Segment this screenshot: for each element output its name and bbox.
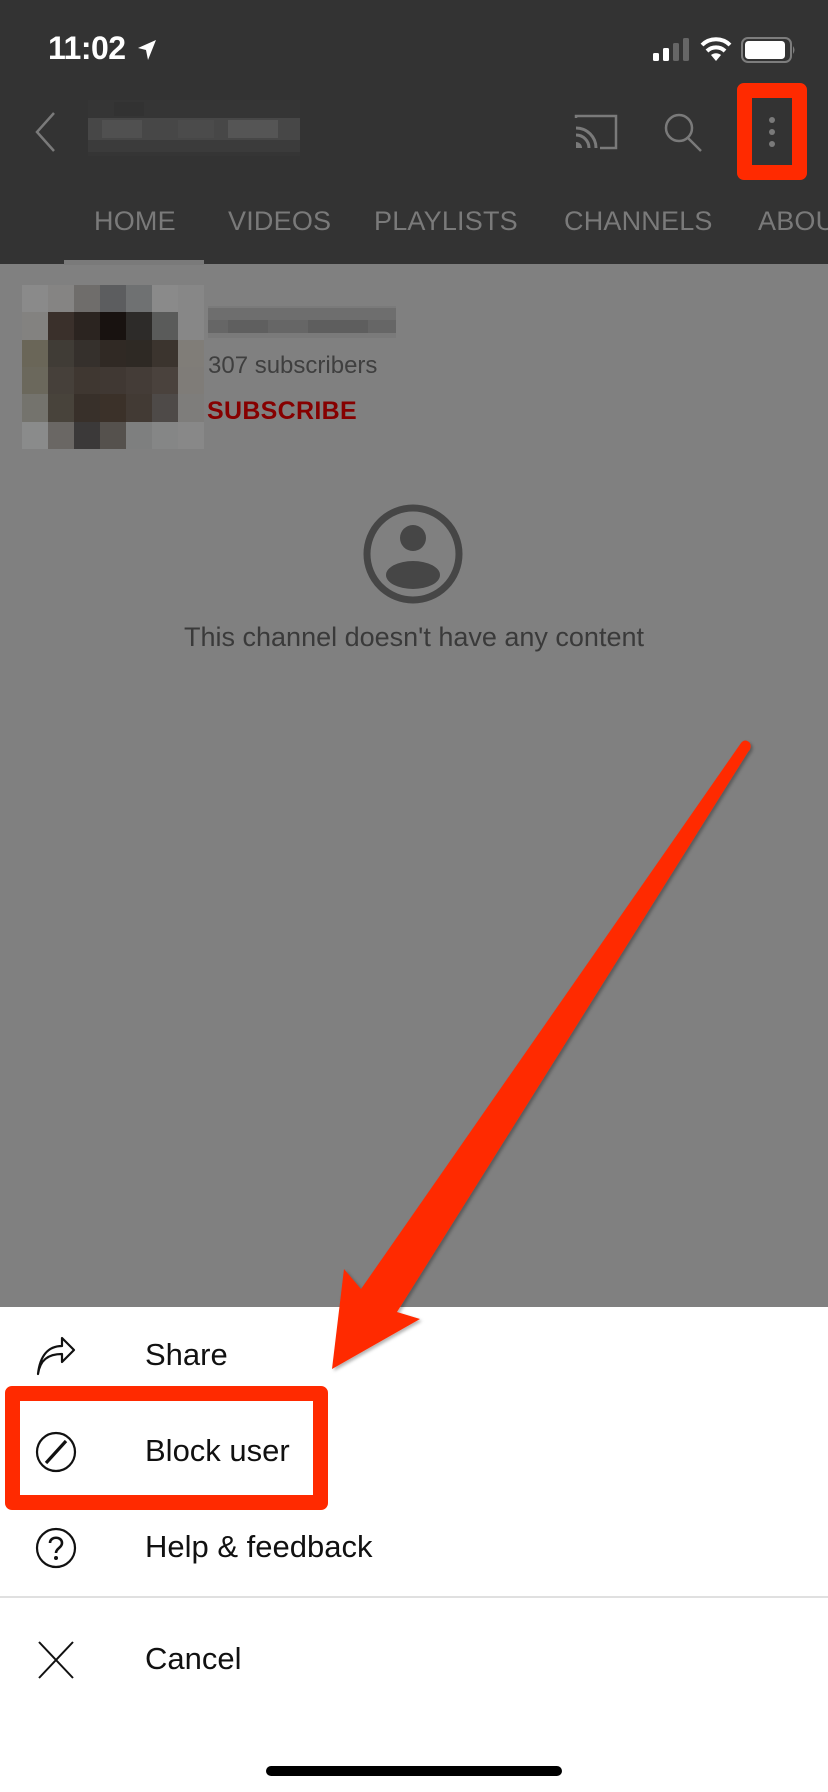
action-sheet	[0, 1307, 828, 1792]
avatar-pixel	[48, 285, 74, 313]
avatar-pixel	[126, 421, 152, 449]
wifi-icon	[700, 37, 732, 61]
search-icon[interactable]	[660, 110, 706, 156]
channel-title-blurred	[88, 100, 300, 156]
avatar-pixel	[100, 312, 126, 340]
avatar-pixel	[178, 394, 204, 422]
avatar-pixel	[48, 339, 74, 367]
tab-home[interactable]: HOME	[94, 206, 176, 237]
battery-icon	[741, 37, 795, 63]
back-chevron-icon[interactable]	[32, 110, 60, 154]
avatar-pixel	[100, 285, 126, 313]
avatar-pixel	[22, 285, 48, 313]
empty-state-message: This channel doesn't have any content	[184, 622, 644, 652]
avatar-pixel	[100, 394, 126, 422]
avatar-pixel	[178, 339, 204, 367]
close-icon	[38, 1641, 74, 1679]
active-tab-indicator	[64, 260, 204, 265]
avatar-pixel	[100, 421, 126, 449]
avatar-pixel	[74, 394, 100, 422]
account-circle-icon	[363, 504, 463, 604]
channel-avatar	[22, 285, 204, 449]
tab-videos[interactable]: VIDEOS	[228, 206, 331, 237]
tab-about[interactable]: ABOU	[758, 206, 828, 237]
home-indicator[interactable]	[266, 1766, 562, 1776]
avatar-pixel	[22, 312, 48, 340]
avatar-pixel	[152, 394, 178, 422]
help-icon	[35, 1527, 77, 1569]
avatar-pixel	[152, 421, 178, 449]
channel-name-blurred	[208, 306, 396, 338]
avatar-pixel	[74, 312, 100, 340]
avatar-pixel	[22, 421, 48, 449]
avatar-pixel	[178, 312, 204, 340]
avatar-pixel	[152, 285, 178, 313]
more-options-highlight	[737, 83, 807, 180]
avatar-pixel	[48, 394, 74, 422]
avatar-pixel	[74, 421, 100, 449]
block-user-highlight	[5, 1386, 328, 1510]
status-time: 11:02	[48, 30, 126, 66]
avatar-pixel	[178, 421, 204, 449]
avatar-pixel	[178, 367, 204, 395]
avatar-pixel	[152, 312, 178, 340]
avatar-pixel	[48, 367, 74, 395]
avatar-pixel	[48, 312, 74, 340]
share-icon	[36, 1336, 76, 1376]
sheet-divider	[0, 1596, 828, 1598]
avatar-pixel	[126, 367, 152, 395]
avatar-pixel	[22, 367, 48, 395]
avatar-pixel	[22, 339, 48, 367]
avatar-pixel	[74, 367, 100, 395]
avatar-pixel	[48, 421, 74, 449]
avatar-pixel	[22, 394, 48, 422]
share-label: Share	[145, 1337, 228, 1372]
avatar-pixel	[126, 339, 152, 367]
avatar-pixel	[152, 339, 178, 367]
help-feedback-label: Help & feedback	[145, 1529, 373, 1564]
avatar-pixel	[152, 367, 178, 395]
subscriber-count: 307 subscribers	[208, 352, 378, 379]
avatar-pixel	[100, 367, 126, 395]
location-arrow-icon	[138, 40, 156, 60]
avatar-pixel	[100, 339, 126, 367]
cellular-signal-icon	[653, 38, 689, 61]
avatar-pixel	[178, 285, 204, 313]
avatar-pixel	[74, 339, 100, 367]
avatar-pixel	[126, 285, 152, 313]
cast-icon[interactable]	[574, 114, 618, 150]
tab-playlists[interactable]: PLAYLISTS	[374, 206, 518, 237]
avatar-pixel	[74, 285, 100, 313]
avatar-pixel	[126, 312, 152, 340]
cancel-label: Cancel	[145, 1641, 242, 1676]
tab-channels[interactable]: CHANNELS	[564, 206, 713, 237]
avatar-pixel	[126, 394, 152, 422]
annotation-arrow-shape	[332, 740, 751, 1369]
subscribe-button[interactable]: SUBSCRIBE	[207, 397, 357, 426]
